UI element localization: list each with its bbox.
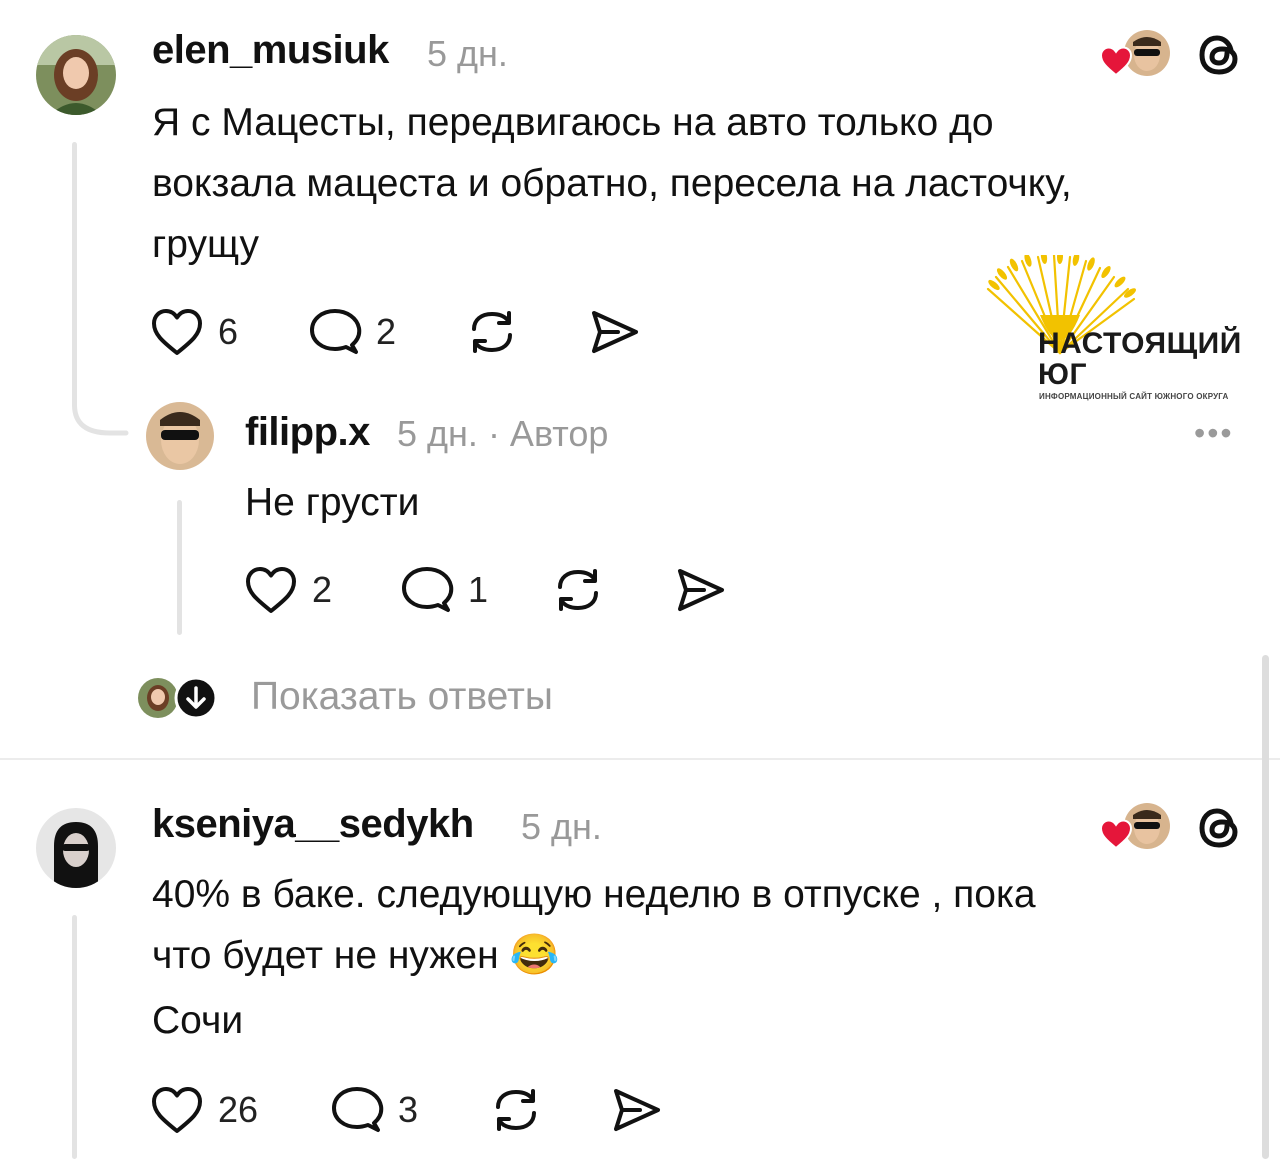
threads-comments-page: elen_musiuk 5 дн. Я с Мацесты, передвига…	[0, 0, 1280, 1159]
arrow-down-circle-icon	[174, 676, 218, 720]
comment-line: Я с Мацесты, передвигаюсь на авто только…	[152, 101, 994, 144]
watermark-title-line1: НАСТОЯЩИЙ	[1038, 327, 1242, 360]
reply-time: 5 дн.	[397, 413, 478, 454]
heart-outline-icon	[246, 567, 296, 613]
like-count: 26	[218, 1089, 259, 1130]
username-elen-musiuk[interactable]: elen_musiuk	[152, 28, 389, 73]
comment-line-text: что будет не нужен	[152, 934, 499, 977]
scrollbar[interactable]	[1262, 655, 1269, 1159]
reply-text: Не грусти	[245, 481, 420, 524]
thread-line	[72, 915, 77, 1159]
reply-button[interactable]: 3	[330, 1085, 418, 1135]
comment-line: вокзала мацеста и обратно, пересела на л…	[152, 162, 1072, 205]
comment-text: Я с Мацесты, передвигаюсь на авто только…	[152, 92, 1232, 275]
watermark-subtitle: ИНФОРМАЦИОННЫЙ САЙТ ЮЖНОГО ОКРУГА	[1039, 392, 1229, 401]
avatar-kseniya-sedykh[interactable]	[36, 808, 116, 888]
username-kseniya-sedykh[interactable]: kseniya__sedykh	[152, 802, 474, 847]
watermark-title-line2: ЮГ	[1038, 358, 1087, 391]
author-liked-badge	[1100, 803, 1172, 853]
timestamp: 5 дн.	[427, 33, 508, 74]
watermark-title: НАСТОЯЩИЙ ЮГ	[1038, 328, 1242, 390]
comment-line: Сочи	[152, 999, 244, 1042]
author-tag: · Автор	[487, 413, 609, 454]
reply-count: 1	[468, 569, 489, 610]
timestamp: 5 дн.	[521, 806, 602, 847]
comment-text: 40% в баке. следующую неделю в отпуске ,…	[152, 864, 1232, 1051]
send-icon[interactable]	[588, 307, 640, 357]
watermark-logo: НАСТОЯЩИЙ ЮГ ИНФОРМАЦИОННЫЙ САЙТ ЮЖНОГО …	[980, 255, 1270, 415]
repost-icon[interactable]	[466, 307, 518, 357]
like-button[interactable]: 6	[150, 307, 238, 357]
comment-bubble-icon	[310, 309, 362, 354]
show-replies-label: Показать ответы	[251, 675, 553, 718]
avatar-filipp-x[interactable]	[146, 402, 214, 470]
avatar-elen-musiuk[interactable]	[36, 35, 116, 115]
repost-icon[interactable]	[490, 1085, 542, 1135]
more-options-button[interactable]: •••	[1194, 415, 1234, 452]
threads-logo-icon[interactable]	[1195, 803, 1245, 853]
comment-bubble-icon	[402, 567, 454, 612]
author-liked-badge	[1100, 30, 1172, 80]
comment-bubble-icon	[332, 1087, 384, 1132]
heart-outline-icon	[152, 309, 202, 355]
laughing-emoji: 😂	[509, 933, 560, 977]
reply-button[interactable]: 2	[308, 307, 396, 357]
show-replies-button[interactable]: Показать ответы	[138, 670, 618, 730]
threads-logo-icon[interactable]	[1195, 30, 1245, 80]
heart-filled-icon	[1100, 46, 1132, 76]
comment-divider	[0, 758, 1280, 760]
replier-avatar-mini	[138, 678, 178, 718]
username-filipp-x[interactable]: filipp.x	[245, 410, 370, 455]
thread-line	[177, 500, 182, 635]
thread-curve	[72, 385, 129, 436]
repost-icon[interactable]	[552, 565, 604, 615]
heart-outline-icon	[152, 1087, 202, 1133]
thread-line	[72, 142, 77, 392]
like-count: 6	[218, 311, 239, 352]
send-icon[interactable]	[610, 1085, 662, 1135]
reply-count: 2	[376, 311, 397, 352]
heart-filled-icon	[1100, 819, 1132, 849]
comment-line: 40% в баке. следующую неделю в отпуске ,…	[152, 873, 1036, 916]
like-button[interactable]: 2	[244, 565, 332, 615]
like-count: 2	[312, 569, 333, 610]
like-button[interactable]: 26	[150, 1085, 258, 1135]
comment-line: что будет не нужен 😂	[152, 925, 1232, 986]
send-icon[interactable]	[674, 565, 726, 615]
reply-count: 3	[398, 1089, 419, 1130]
timestamp: 5 дн. · Автор	[397, 413, 608, 455]
reply-button[interactable]: 1	[400, 565, 488, 615]
